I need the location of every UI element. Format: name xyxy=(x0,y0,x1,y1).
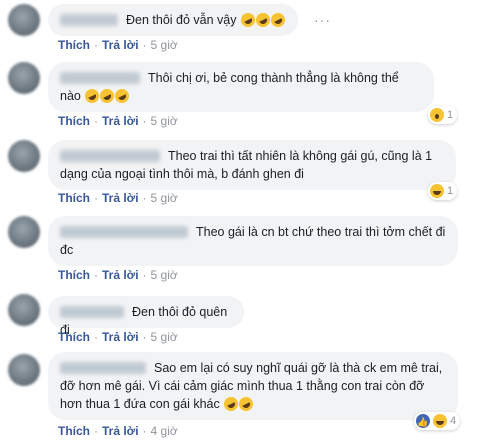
reply-link[interactable]: Trả lời xyxy=(102,38,139,52)
reply-link[interactable]: Trả lời xyxy=(102,268,139,282)
like-link[interactable]: Thích xyxy=(58,268,90,282)
laughing-emoji-icon xyxy=(113,86,132,106)
comment-bubble: Theo trai thì tất nhiên là không gái gú,… xyxy=(48,140,456,190)
reply-link[interactable]: Trả lời xyxy=(102,114,139,128)
reaction-summary[interactable]: 1 xyxy=(428,106,458,124)
comment-bubble: Theo gái là cn bt chứ theo trai thì tởm … xyxy=(48,216,458,266)
like-link[interactable]: Thích xyxy=(58,424,90,438)
reaction-count: 1 xyxy=(447,109,454,121)
laughing-emoji-icon xyxy=(253,10,273,30)
reply-link[interactable]: Trả lời xyxy=(102,424,139,438)
comment-bubble: Thôi chị ơi, bẻ cong thành thẳng là khôn… xyxy=(48,62,434,112)
like-link[interactable]: Thích xyxy=(58,330,90,344)
reaction-count: 1 xyxy=(447,185,454,197)
timestamp[interactable]: 5 giờ xyxy=(151,191,178,205)
comment-actions: Thích · Trả lời · 5 giờ xyxy=(58,330,178,344)
commenter-name[interactable] xyxy=(60,150,160,162)
comment-actions: Thích · Trả lời · 5 giờ xyxy=(58,191,178,205)
like-link[interactable]: Thích xyxy=(58,191,90,205)
comment-actions: Thích · Trả lời · 5 giờ xyxy=(58,38,178,52)
like-link[interactable]: Thích xyxy=(58,114,90,128)
commenter-name[interactable] xyxy=(60,14,118,26)
avatar[interactable] xyxy=(8,62,40,94)
commenter-name[interactable] xyxy=(60,72,140,84)
avatar[interactable] xyxy=(8,140,40,172)
timestamp[interactable]: 4 giờ xyxy=(151,424,178,438)
avatar[interactable] xyxy=(8,216,40,248)
rofl-emoji-icon xyxy=(236,394,256,414)
comment-actions: Thích · Trả lời · 5 giờ xyxy=(58,268,178,282)
comment-bubble: Đen thôi đỏ quên đi xyxy=(48,296,244,337)
comment-text: Đen thôi đỏ vẫn vậy xyxy=(126,13,237,27)
comment-actions: Thích · Trả lời · 5 giờ xyxy=(58,114,178,128)
haha-reaction-icon xyxy=(430,184,444,198)
avatar[interactable] xyxy=(8,294,40,326)
reply-link[interactable]: Trả lời xyxy=(102,191,139,205)
commenter-name[interactable] xyxy=(60,226,188,238)
timestamp[interactable]: 5 giờ xyxy=(151,114,178,128)
more-options-icon[interactable]: ··· xyxy=(314,12,331,28)
laughing-emoji-icon xyxy=(268,10,288,30)
reply-link[interactable]: Trả lời xyxy=(102,330,139,344)
timestamp[interactable]: 5 giờ xyxy=(151,268,178,282)
comment-bubble: Sao em lại có suy nghĩ quái gỡ là thà ck… xyxy=(48,352,458,420)
commenter-name[interactable] xyxy=(60,306,124,318)
like-reaction-icon xyxy=(416,413,430,431)
comment-bubble: Đen thôi đỏ vẫn vậy xyxy=(48,4,298,36)
like-link[interactable]: Thích xyxy=(58,38,90,52)
reaction-summary[interactable]: 1 xyxy=(428,182,458,200)
avatar[interactable] xyxy=(8,354,40,386)
comment-actions: Thích · Trả lời · 4 giờ xyxy=(58,424,178,438)
reaction-summary[interactable]: 4 xyxy=(414,412,461,431)
commenter-name[interactable] xyxy=(60,362,146,374)
timestamp[interactable]: 5 giờ xyxy=(151,38,178,52)
wow-reaction-icon xyxy=(430,108,444,122)
reaction-count: 4 xyxy=(450,415,457,427)
haha-reaction-icon xyxy=(433,414,447,428)
timestamp[interactable]: 5 giờ xyxy=(151,330,178,344)
avatar[interactable] xyxy=(8,4,40,36)
laughing-emoji-icon xyxy=(238,10,258,30)
